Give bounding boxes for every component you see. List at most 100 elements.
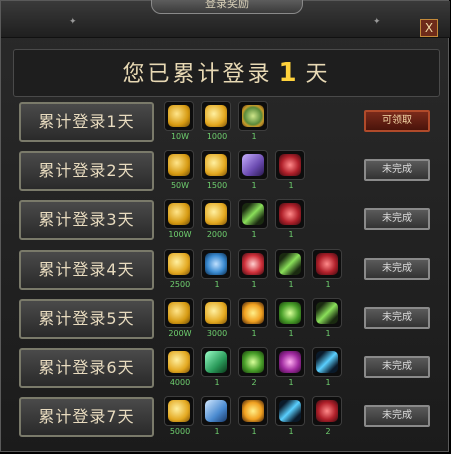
gold2-icon [205, 203, 227, 225]
reward-row-day-6: 累计登录6天 4000 1 2 1 1 未完成 [19, 347, 435, 393]
reward-item[interactable]: 1 [275, 298, 307, 344]
reward-item[interactable]: 1 [238, 249, 270, 295]
reward-item[interactable]: 50W [164, 150, 196, 196]
reward-item[interactable]: 3000 [201, 298, 233, 344]
item-quantity: 100W [168, 230, 192, 239]
reward-item[interactable]: 2500 [164, 249, 196, 295]
incomplete-button[interactable]: 未完成 [364, 258, 430, 280]
item-slot [312, 347, 342, 377]
item-slot [312, 249, 342, 279]
item-quantity: 1 [251, 427, 257, 436]
incomplete-button[interactable]: 未完成 [364, 405, 430, 427]
reward-item[interactable]: 1 [275, 199, 307, 245]
item-slot [275, 199, 305, 229]
reward-item[interactable]: 1 [275, 150, 307, 196]
item-slot [312, 396, 342, 426]
item-quantity: 1 [325, 378, 331, 387]
red-icon [279, 154, 301, 176]
fire-icon [242, 302, 264, 324]
reward-item[interactable]: 2 [238, 347, 270, 393]
reward-item[interactable]: 1 [201, 347, 233, 393]
reward-item[interactable]: 1 [238, 396, 270, 442]
reward-item[interactable]: 1 [275, 396, 307, 442]
reward-item[interactable]: 200W [164, 298, 196, 344]
item-quantity: 1 [288, 181, 294, 190]
item-quantity: 1 [288, 378, 294, 387]
incomplete-button[interactable]: 未完成 [364, 208, 430, 230]
reward-item[interactable]: 1 [275, 249, 307, 295]
reward-item[interactable]: 1 [238, 150, 270, 196]
gold2-icon [168, 351, 190, 373]
item-slot [238, 347, 268, 377]
incomplete-button[interactable]: 未完成 [364, 307, 430, 329]
reward-item[interactable]: 1000 [201, 101, 233, 147]
item-slot [275, 249, 305, 279]
reward-item[interactable]: 1 [201, 396, 233, 442]
item-slot [164, 298, 194, 328]
reward-item[interactable]: 1 [312, 298, 344, 344]
item-quantity: 1 [288, 427, 294, 436]
day-label-button[interactable]: 累计登录5天 [19, 299, 154, 339]
gold-icon [168, 302, 190, 324]
item-slot [164, 150, 194, 180]
gold2-icon [205, 154, 227, 176]
day-label-button[interactable]: 累计登录6天 [19, 348, 154, 388]
reward-row-day-5: 累计登录5天 200W 3000 1 1 1 未完成 [19, 298, 435, 344]
reward-item[interactable]: 2000 [201, 199, 233, 245]
item-quantity: 1000 [206, 132, 228, 141]
reward-row-day-7: 累计登录7天 5000 1 1 1 2 未完成 [19, 396, 435, 442]
item-slot [275, 150, 305, 180]
cyan-icon [279, 400, 301, 422]
reward-item[interactable]: 1 [238, 101, 270, 147]
bluecard-icon [205, 400, 227, 422]
reward-item[interactable]: 100W [164, 199, 196, 245]
green-icon [316, 302, 338, 324]
item-slot [164, 396, 194, 426]
item-slot [164, 101, 194, 131]
red-icon [316, 400, 338, 422]
item-slot [238, 199, 268, 229]
item-slot [201, 347, 231, 377]
rivet-icon: ✦ [373, 17, 381, 27]
blue-icon [205, 253, 227, 275]
login-count-banner: 您已累计登录 1 天 [13, 49, 440, 97]
green-icon [242, 203, 264, 225]
reward-item[interactable]: 5000 [164, 396, 196, 442]
cyan-icon [316, 351, 338, 373]
purple-icon [279, 351, 301, 373]
reward-item[interactable]: 4000 [164, 347, 196, 393]
incomplete-button[interactable]: 未完成 [364, 159, 430, 181]
item-slot [201, 199, 231, 229]
reward-item[interactable]: 1 [312, 347, 344, 393]
login-days-count: 1 [278, 58, 300, 88]
reward-item[interactable]: 1 [201, 249, 233, 295]
rivet-icon: ✦ [69, 17, 77, 27]
reward-item[interactable]: 2 [312, 396, 344, 442]
login-reward-window: 登录奖励 ✦ ✦ X 您已累计登录 1 天 累计登录1天 10W 1000 1 可领取累计登… [0, 0, 450, 452]
item-quantity: 4000 [169, 378, 191, 387]
item-quantity: 1500 [206, 181, 228, 190]
item-quantity: 50W [170, 181, 190, 190]
item-slot [201, 396, 231, 426]
reward-item[interactable]: 1 [238, 199, 270, 245]
reward-item[interactable]: 1500 [201, 150, 233, 196]
reward-item[interactable]: 1 [312, 249, 344, 295]
day-label-button[interactable]: 累计登录4天 [19, 250, 154, 290]
reward-row-day-4: 累计登录4天 2500 1 1 1 1 未完成 [19, 249, 435, 295]
close-button[interactable]: X [420, 19, 438, 37]
claim-button[interactable]: 可领取 [364, 110, 430, 132]
item-slot [238, 150, 268, 180]
day-label-button[interactable]: 累计登录2天 [19, 151, 154, 191]
reward-item[interactable]: 1 [238, 298, 270, 344]
egg-icon [242, 105, 264, 127]
day-label-button[interactable]: 累计登录7天 [19, 397, 154, 437]
window-titlebar: 登录奖励 ✦ ✦ X [1, 0, 450, 38]
item-quantity: 1 [288, 329, 294, 338]
day-label-button[interactable]: 累计登录1天 [19, 102, 154, 142]
day-label-button[interactable]: 累计登录3天 [19, 200, 154, 240]
reward-item[interactable]: 1 [275, 347, 307, 393]
item-slot [275, 298, 305, 328]
incomplete-button[interactable]: 未完成 [364, 356, 430, 378]
reward-item[interactable]: 10W [164, 101, 196, 147]
item-slot [201, 101, 231, 131]
